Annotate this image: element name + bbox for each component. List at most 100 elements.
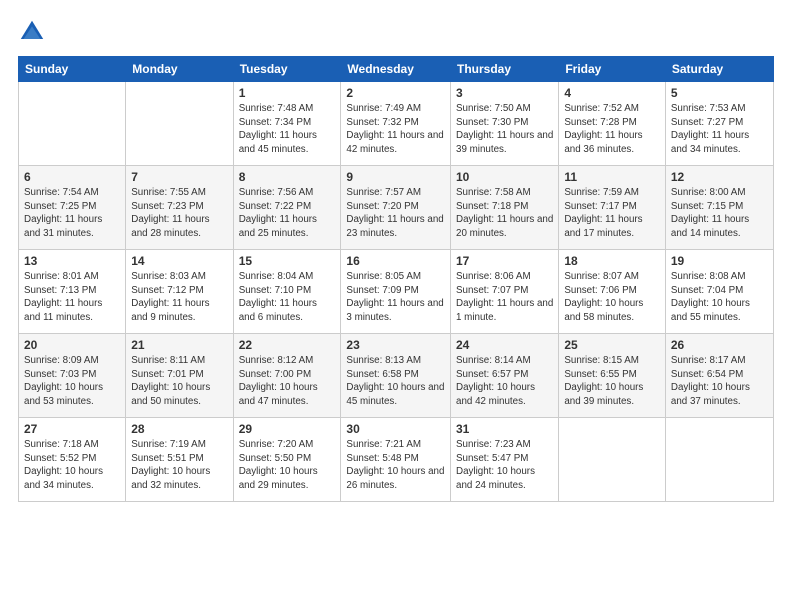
day-number: 5 <box>671 86 768 100</box>
calendar-week-2: 6 Sunrise: 7:54 AM Sunset: 7:25 PM Daylig… <box>19 166 774 250</box>
day-number: 31 <box>456 422 553 436</box>
day-number: 7 <box>131 170 227 184</box>
calendar-cell: 23 Sunrise: 8:13 AM Sunset: 6:58 PM Dayli… <box>341 334 451 418</box>
day-number: 30 <box>346 422 445 436</box>
day-info: Sunrise: 8:03 AM Sunset: 7:12 PM Dayligh… <box>131 270 227 325</box>
day-number: 27 <box>24 422 120 436</box>
calendar-cell: 21 Sunrise: 8:11 AM Sunset: 7:01 PM Dayli… <box>126 334 233 418</box>
weekday-header-sunday: Sunday <box>19 57 126 82</box>
calendar-cell: 10 Sunrise: 7:58 AM Sunset: 7:18 PM Dayli… <box>451 166 559 250</box>
day-info: Sunrise: 7:21 AM Sunset: 5:48 PM Dayligh… <box>346 438 445 493</box>
calendar-cell: 29Sunrise: 7:20 AM Sunset: 5:50 PM Dayli… <box>233 418 341 502</box>
day-number: 10 <box>456 170 553 184</box>
day-info: Sunrise: 7:50 AM Sunset: 7:30 PM Dayligh… <box>456 102 553 157</box>
day-info: Sunrise: 8:14 AM Sunset: 6:57 PM Dayligh… <box>456 354 553 409</box>
day-info: Sunrise: 7:48 AM Sunset: 7:34 PM Dayligh… <box>239 102 336 157</box>
calendar-cell <box>19 82 126 166</box>
day-info: Sunrise: 7:58 AM Sunset: 7:18 PM Dayligh… <box>456 186 553 241</box>
calendar-cell: 4 Sunrise: 7:52 AM Sunset: 7:28 PM Daylig… <box>559 82 666 166</box>
calendar-cell: 17 Sunrise: 8:06 AM Sunset: 7:07 PM Dayli… <box>451 250 559 334</box>
day-number: 24 <box>456 338 553 352</box>
calendar-cell: 26Sunrise: 8:17 AM Sunset: 6:54 PM Dayli… <box>665 334 773 418</box>
day-number: 11 <box>564 170 660 184</box>
calendar-cell: 7 Sunrise: 7:55 AM Sunset: 7:23 PM Daylig… <box>126 166 233 250</box>
day-number: 21 <box>131 338 227 352</box>
day-number: 23 <box>346 338 445 352</box>
day-info: Sunrise: 8:15 AM Sunset: 6:55 PM Dayligh… <box>564 354 660 409</box>
calendar-table: SundayMondayTuesdayWednesdayThursdayFrid… <box>18 56 774 502</box>
day-info: Sunrise: 8:00 AM Sunset: 7:15 PM Dayligh… <box>671 186 768 241</box>
day-info: Sunrise: 8:04 AM Sunset: 7:10 PM Dayligh… <box>239 270 336 325</box>
day-number: 12 <box>671 170 768 184</box>
day-info: Sunrise: 8:13 AM Sunset: 6:58 PM Dayligh… <box>346 354 445 409</box>
day-number: 16 <box>346 254 445 268</box>
day-number: 28 <box>131 422 227 436</box>
day-number: 4 <box>564 86 660 100</box>
calendar-cell: 6 Sunrise: 7:54 AM Sunset: 7:25 PM Daylig… <box>19 166 126 250</box>
calendar-cell: 30 Sunrise: 7:21 AM Sunset: 5:48 PM Dayli… <box>341 418 451 502</box>
day-number: 25 <box>564 338 660 352</box>
calendar-cell: 19 Sunrise: 8:08 AM Sunset: 7:04 PM Dayli… <box>665 250 773 334</box>
day-number: 8 <box>239 170 336 184</box>
day-info: Sunrise: 7:57 AM Sunset: 7:20 PM Dayligh… <box>346 186 445 241</box>
day-number: 1 <box>239 86 336 100</box>
day-number: 6 <box>24 170 120 184</box>
day-info: Sunrise: 7:18 AM Sunset: 5:52 PM Dayligh… <box>24 438 120 493</box>
day-info: Sunrise: 7:53 AM Sunset: 7:27 PM Dayligh… <box>671 102 768 157</box>
calendar-cell: 25 Sunrise: 8:15 AM Sunset: 6:55 PM Dayli… <box>559 334 666 418</box>
calendar-cell: 15Sunrise: 8:04 AM Sunset: 7:10 PM Dayli… <box>233 250 341 334</box>
weekday-header-saturday: Saturday <box>665 57 773 82</box>
day-info: Sunrise: 8:05 AM Sunset: 7:09 PM Dayligh… <box>346 270 445 325</box>
calendar-cell: 8 Sunrise: 7:56 AM Sunset: 7:22 PM Daylig… <box>233 166 341 250</box>
calendar-cell: 27 Sunrise: 7:18 AM Sunset: 5:52 PM Dayli… <box>19 418 126 502</box>
day-number: 17 <box>456 254 553 268</box>
day-info: Sunrise: 8:11 AM Sunset: 7:01 PM Dayligh… <box>131 354 227 409</box>
day-info: Sunrise: 7:56 AM Sunset: 7:22 PM Dayligh… <box>239 186 336 241</box>
day-number: 2 <box>346 86 445 100</box>
calendar-cell: 12 Sunrise: 8:00 AM Sunset: 7:15 PM Dayli… <box>665 166 773 250</box>
calendar-body: 1 Sunrise: 7:48 AM Sunset: 7:34 PM Daylig… <box>19 82 774 502</box>
weekday-header-tuesday: Tuesday <box>233 57 341 82</box>
day-number: 13 <box>24 254 120 268</box>
day-number: 18 <box>564 254 660 268</box>
day-info: Sunrise: 8:07 AM Sunset: 7:06 PM Dayligh… <box>564 270 660 325</box>
day-number: 22 <box>239 338 336 352</box>
calendar-cell: 20Sunrise: 8:09 AM Sunset: 7:03 PM Dayli… <box>19 334 126 418</box>
day-info: Sunrise: 7:52 AM Sunset: 7:28 PM Dayligh… <box>564 102 660 157</box>
calendar-week-3: 13 Sunrise: 8:01 AM Sunset: 7:13 PM Dayli… <box>19 250 774 334</box>
day-info: Sunrise: 8:17 AM Sunset: 6:54 PM Dayligh… <box>671 354 768 409</box>
calendar-cell: 13 Sunrise: 8:01 AM Sunset: 7:13 PM Dayli… <box>19 250 126 334</box>
calendar-header: SundayMondayTuesdayWednesdayThursdayFrid… <box>19 57 774 82</box>
day-info: Sunrise: 8:08 AM Sunset: 7:04 PM Dayligh… <box>671 270 768 325</box>
day-info: Sunrise: 7:54 AM Sunset: 7:25 PM Dayligh… <box>24 186 120 241</box>
day-info: Sunrise: 7:20 AM Sunset: 5:50 PM Dayligh… <box>239 438 336 493</box>
calendar-cell: 24 Sunrise: 8:14 AM Sunset: 6:57 PM Dayli… <box>451 334 559 418</box>
day-info: Sunrise: 8:06 AM Sunset: 7:07 PM Dayligh… <box>456 270 553 325</box>
day-number: 9 <box>346 170 445 184</box>
calendar-cell: 11Sunrise: 7:59 AM Sunset: 7:17 PM Dayli… <box>559 166 666 250</box>
weekday-header-monday: Monday <box>126 57 233 82</box>
day-number: 14 <box>131 254 227 268</box>
calendar-cell: 9 Sunrise: 7:57 AM Sunset: 7:20 PM Daylig… <box>341 166 451 250</box>
calendar-cell: 3 Sunrise: 7:50 AM Sunset: 7:30 PM Daylig… <box>451 82 559 166</box>
calendar-cell: 22Sunrise: 8:12 AM Sunset: 7:00 PM Dayli… <box>233 334 341 418</box>
calendar-week-1: 1 Sunrise: 7:48 AM Sunset: 7:34 PM Daylig… <box>19 82 774 166</box>
day-info: Sunrise: 7:19 AM Sunset: 5:51 PM Dayligh… <box>131 438 227 493</box>
day-number: 3 <box>456 86 553 100</box>
day-info: Sunrise: 7:55 AM Sunset: 7:23 PM Dayligh… <box>131 186 227 241</box>
day-info: Sunrise: 8:01 AM Sunset: 7:13 PM Dayligh… <box>24 270 120 325</box>
day-number: 20 <box>24 338 120 352</box>
calendar-page: SundayMondayTuesdayWednesdayThursdayFrid… <box>0 0 792 612</box>
calendar-cell: 18 Sunrise: 8:07 AM Sunset: 7:06 PM Dayli… <box>559 250 666 334</box>
weekday-header-row: SundayMondayTuesdayWednesdayThursdayFrid… <box>19 57 774 82</box>
calendar-cell: 28 Sunrise: 7:19 AM Sunset: 5:51 PM Dayli… <box>126 418 233 502</box>
calendar-cell: 2Sunrise: 7:49 AM Sunset: 7:32 PM Daylig… <box>341 82 451 166</box>
calendar-cell <box>126 82 233 166</box>
weekday-header-thursday: Thursday <box>451 57 559 82</box>
calendar-cell: 1 Sunrise: 7:48 AM Sunset: 7:34 PM Daylig… <box>233 82 341 166</box>
calendar-week-4: 20Sunrise: 8:09 AM Sunset: 7:03 PM Dayli… <box>19 334 774 418</box>
calendar-cell <box>665 418 773 502</box>
calendar-cell <box>559 418 666 502</box>
day-number: 19 <box>671 254 768 268</box>
weekday-header-friday: Friday <box>559 57 666 82</box>
